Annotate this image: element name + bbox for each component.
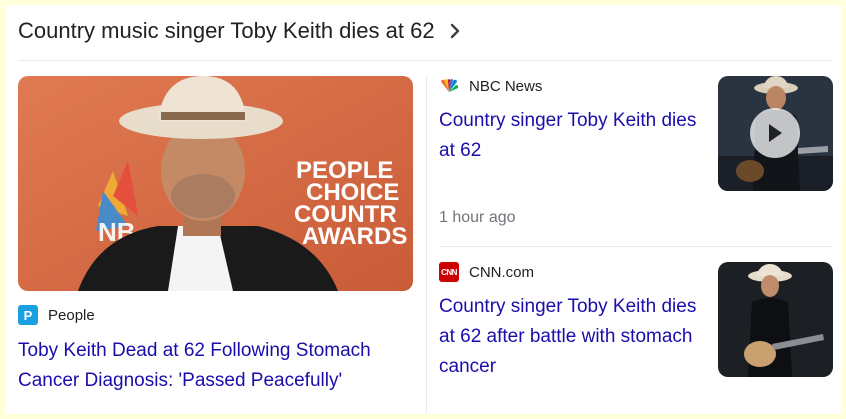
cnn-logo-icon: CNN xyxy=(439,262,459,282)
story-title[interactable]: Country music singer Toby Keith dies at … xyxy=(18,18,435,44)
source-name: People xyxy=(48,306,95,324)
column-divider xyxy=(426,76,427,414)
chevron-right-icon[interactable] xyxy=(447,23,463,39)
nbc-peacock-icon xyxy=(439,76,459,96)
story-headline[interactable]: Country singer Toby Keith dies at 62 aft… xyxy=(439,292,701,382)
story-cnn[interactable]: CNN CNN.com Country singer Toby Keith di… xyxy=(439,262,833,412)
main-story-image[interactable]: NB PEOPLE CHOICE COUNTR AWARDS xyxy=(18,76,413,291)
story-nbc[interactable]: NBC News Country singer Toby Keith dies … xyxy=(439,76,833,236)
story-timestamp: 1 hour ago xyxy=(439,209,516,226)
story-header[interactable]: Country music singer Toby Keith dies at … xyxy=(18,15,463,47)
main-story-headline[interactable]: Toby Keith Dead at 62 Following Stomach … xyxy=(18,336,413,396)
story-thumbnail[interactable] xyxy=(718,262,833,377)
header-divider xyxy=(18,60,832,61)
story-divider xyxy=(439,246,833,247)
story-headline[interactable]: Country singer Toby Keith dies at 62 xyxy=(439,106,701,166)
news-card: Country music singer Toby Keith dies at … xyxy=(5,5,841,414)
story-source: NBC News xyxy=(439,76,701,96)
story-video-thumbnail[interactable] xyxy=(718,76,833,191)
backdrop-text-4: AWARDS xyxy=(302,223,407,250)
source-name: CNN.com xyxy=(469,263,535,281)
people-logo-icon: P xyxy=(18,305,38,325)
play-button[interactable] xyxy=(750,108,800,158)
story-source: CNN CNN.com xyxy=(439,262,701,282)
source-name: NBC News xyxy=(469,77,543,95)
main-story-source: P People xyxy=(18,305,413,325)
main-story[interactable]: NB PEOPLE CHOICE COUNTR AWARDS P People … xyxy=(18,76,413,396)
